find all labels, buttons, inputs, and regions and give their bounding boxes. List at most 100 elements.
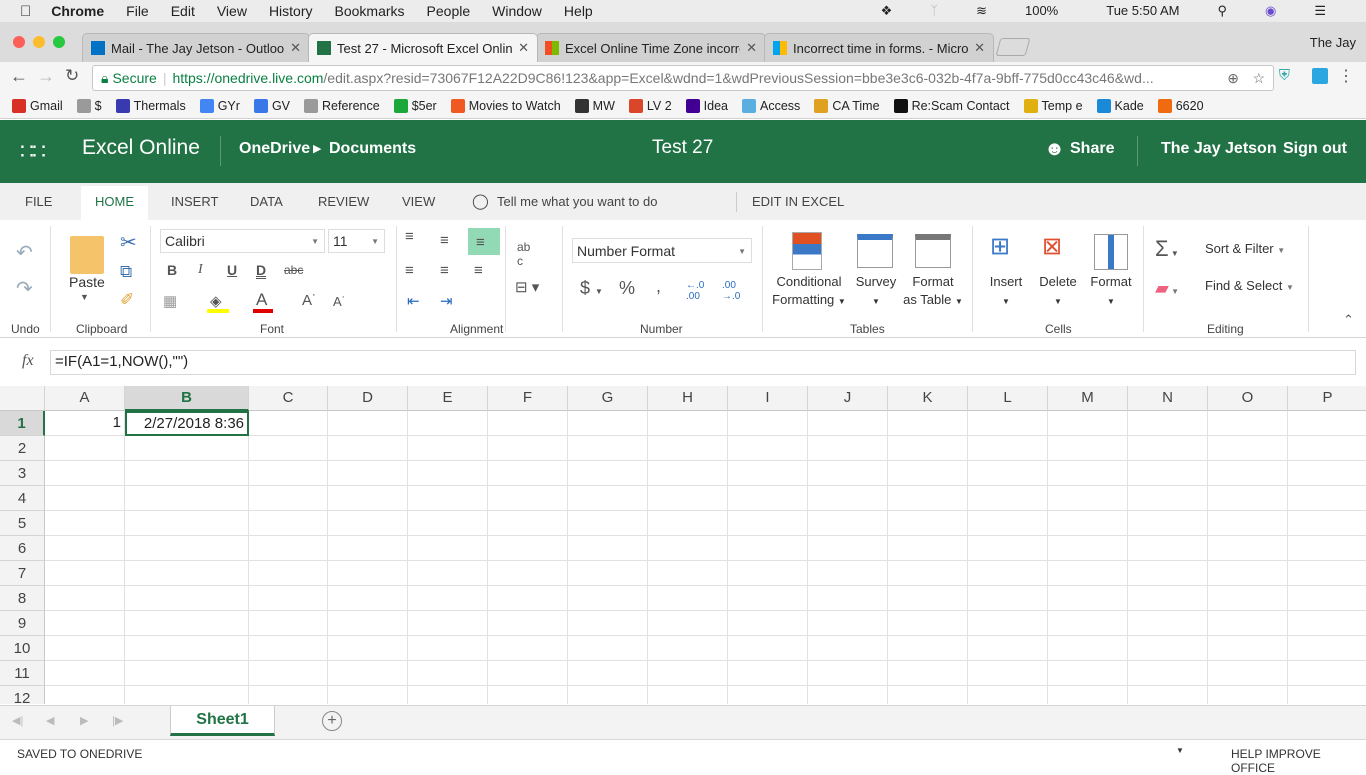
cell-K11[interactable] [888, 661, 968, 686]
notification-center-icon[interactable]: ☰ [1314, 3, 1326, 19]
column-header-O[interactable]: O [1208, 386, 1288, 411]
menu-history[interactable]: History [269, 3, 313, 19]
cell-L12[interactable] [968, 686, 1048, 704]
cell-B5[interactable] [125, 511, 249, 536]
breadcrumb-documents[interactable]: Documents [329, 140, 416, 158]
cell-H6[interactable] [648, 536, 728, 561]
cell-D4[interactable] [328, 486, 408, 511]
cell-N6[interactable] [1128, 536, 1208, 561]
cell-C4[interactable] [249, 486, 328, 511]
font-name-select[interactable]: Calibri ▼ [160, 229, 325, 253]
font-size-select[interactable]: 11 ▼ [328, 229, 385, 253]
cell-H2[interactable] [648, 436, 728, 461]
cell-C3[interactable] [249, 461, 328, 486]
cell-G8[interactable] [568, 586, 648, 611]
cell-A7[interactable] [45, 561, 125, 586]
cell-G12[interactable] [568, 686, 648, 704]
cell-J1[interactable] [808, 411, 888, 436]
borders-icon[interactable]: ▦ [163, 292, 177, 310]
format-as-table-icon[interactable] [915, 234, 951, 268]
cell-J8[interactable] [808, 586, 888, 611]
align-top-icon[interactable]: ≡ [405, 228, 414, 245]
bookmark-item[interactable]: GYr [199, 98, 240, 113]
cell-C9[interactable] [249, 611, 328, 636]
row-header-2[interactable]: 2 [0, 436, 45, 461]
cell-D9[interactable] [328, 611, 408, 636]
cell-L5[interactable] [968, 511, 1048, 536]
cell-M5[interactable] [1048, 511, 1128, 536]
cell-L3[interactable] [968, 461, 1048, 486]
bookmark-item[interactable]: Re:Scam Contact [893, 98, 1010, 113]
cell-L7[interactable] [968, 561, 1048, 586]
cell-D7[interactable] [328, 561, 408, 586]
align-right-icon[interactable]: ≡ [474, 262, 483, 279]
insert-cells-icon[interactable]: ⊞ [990, 232, 1010, 261]
survey-button[interactable]: Survey ▼ [855, 273, 897, 311]
currency-icon[interactable]: $ ▼ [580, 278, 603, 299]
cell-E2[interactable] [408, 436, 488, 461]
siri-icon[interactable]: ◉ [1265, 3, 1276, 19]
browser-tab[interactable]: Incorrect time in forms. - Microsoft ✕ [764, 33, 994, 62]
percent-icon[interactable]: % [619, 278, 635, 299]
tab-file[interactable]: FILE [25, 186, 52, 223]
cell-A8[interactable] [45, 586, 125, 611]
cell-O11[interactable] [1208, 661, 1288, 686]
column-header-B[interactable]: B [125, 386, 249, 411]
cell-I9[interactable] [728, 611, 808, 636]
cell-N11[interactable] [1128, 661, 1208, 686]
cell-P3[interactable] [1288, 461, 1366, 486]
cell-O12[interactable] [1208, 686, 1288, 704]
column-header-J[interactable]: J [808, 386, 888, 411]
extension-reader-icon[interactable] [1312, 68, 1328, 84]
bookmark-item[interactable]: Movies to Watch [450, 98, 561, 113]
cell-E6[interactable] [408, 536, 488, 561]
font-color-icon[interactable]: A [256, 290, 267, 310]
cell-L11[interactable] [968, 661, 1048, 686]
cell-P6[interactable] [1288, 536, 1366, 561]
underline-icon[interactable]: U [227, 262, 237, 278]
close-tab-icon[interactable]: ✕ [518, 40, 529, 56]
cell-N8[interactable] [1128, 586, 1208, 611]
cell-H4[interactable] [648, 486, 728, 511]
cell-G7[interactable] [568, 561, 648, 586]
cell-B2[interactable] [125, 436, 249, 461]
cut-icon[interactable]: ✂ [120, 230, 137, 255]
cell-A9[interactable] [45, 611, 125, 636]
row-header-12[interactable]: 12 [0, 686, 45, 704]
increase-decimal-icon[interactable]: ←.0.00 [686, 280, 704, 302]
add-sheet-icon[interactable]: + [322, 711, 342, 731]
reload-icon[interactable]: ↻ [65, 66, 79, 86]
close-window-button[interactable] [13, 36, 25, 48]
cell-H12[interactable] [648, 686, 728, 704]
cell-O8[interactable] [1208, 586, 1288, 611]
spreadsheet-grid[interactable]: A B C D E F G H I J K L M N O P 1 1 2/27/2018 8:36 2 3 4 5 6 7 8 9… [0, 386, 1366, 704]
cell-M9[interactable] [1048, 611, 1128, 636]
double-underline-icon[interactable]: D [256, 262, 266, 278]
fill-color-icon[interactable]: ◈ [210, 292, 222, 310]
spotlight-icon[interactable]: ⚲ [1217, 3, 1227, 19]
cell-B4[interactable] [125, 486, 249, 511]
cell-F8[interactable] [488, 586, 568, 611]
cell-K12[interactable] [888, 686, 968, 704]
cell-N4[interactable] [1128, 486, 1208, 511]
bookmark-star-icon[interactable]: ☆ [1252, 70, 1265, 87]
row-header-8[interactable]: 8 [0, 586, 45, 611]
bookmark-item[interactable]: $5er [393, 98, 437, 113]
cell-O5[interactable] [1208, 511, 1288, 536]
cell-E9[interactable] [408, 611, 488, 636]
cell-O7[interactable] [1208, 561, 1288, 586]
cell-G9[interactable] [568, 611, 648, 636]
cell-D2[interactable] [328, 436, 408, 461]
cell-F7[interactable] [488, 561, 568, 586]
cell-O10[interactable] [1208, 636, 1288, 661]
autosum-icon[interactable]: Σ ▼ [1155, 236, 1179, 262]
row-header-7[interactable]: 7 [0, 561, 45, 586]
menu-file[interactable]: File [126, 3, 149, 19]
cell-D10[interactable] [328, 636, 408, 661]
cell-E8[interactable] [408, 586, 488, 611]
cell-C5[interactable] [249, 511, 328, 536]
cell-J10[interactable] [808, 636, 888, 661]
cell-C1[interactable] [249, 411, 328, 436]
shrink-font-icon[interactable]: A˙ [333, 294, 346, 309]
share-person-icon[interactable]: ☻ [1044, 138, 1065, 161]
